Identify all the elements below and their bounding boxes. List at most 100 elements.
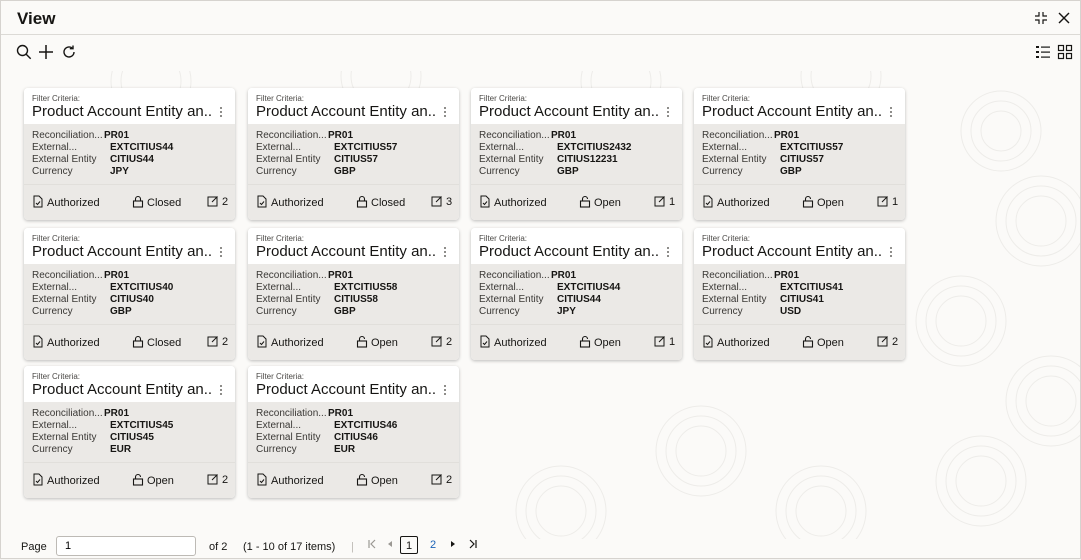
- card-footer: Authorized Open 2: [248, 324, 459, 360]
- previous-page-icon[interactable]: [383, 538, 397, 554]
- external-entity-label: External Entity: [702, 294, 767, 305]
- modification-count-text: 2: [446, 336, 453, 348]
- modification-count[interactable]: 2: [207, 473, 228, 487]
- edit-icon: [431, 196, 446, 208]
- tile-view-icon[interactable]: [1056, 43, 1076, 63]
- modification-count[interactable]: 2: [431, 473, 452, 487]
- kebab-menu-icon[interactable]: [664, 245, 672, 259]
- modification-count[interactable]: 1: [877, 195, 898, 209]
- kebab-menu-icon[interactable]: [887, 105, 895, 119]
- external-entity-value: CITIUS44: [110, 154, 154, 165]
- record-card[interactable]: Filter Criteria: Product Account Entity a…: [24, 366, 235, 498]
- record-card[interactable]: Filter Criteria: Product Account Entity a…: [248, 88, 459, 220]
- authorization-status: Authorized: [479, 335, 547, 349]
- modification-count[interactable]: 1: [654, 335, 675, 349]
- external-value: EXTCITIUS58: [334, 282, 398, 293]
- external-value: EXTCITIUS41: [780, 282, 844, 293]
- currency-value: EUR: [110, 444, 132, 455]
- record-card[interactable]: Filter Criteria: Product Account Entity a…: [248, 366, 459, 498]
- record-card[interactable]: Filter Criteria: Product Account Entity a…: [248, 228, 459, 360]
- record-card[interactable]: Filter Criteria: Product Account Entity a…: [24, 228, 235, 360]
- page-button-1[interactable]: 1: [400, 536, 418, 554]
- reconciliation-value: PR01: [774, 270, 800, 281]
- modification-count[interactable]: 2: [431, 335, 452, 349]
- record-card[interactable]: Filter Criteria: Product Account Entity a…: [471, 88, 682, 220]
- card-footer: Authorized Open 1: [694, 184, 905, 220]
- record-card[interactable]: Filter Criteria: Product Account Entity a…: [694, 228, 905, 360]
- add-icon[interactable]: [37, 43, 57, 63]
- card-details: Reconciliation... PR01 External... EXTCITIU…: [471, 124, 682, 184]
- card-details: Reconciliation... PR01 External... EXTCITIU…: [471, 264, 682, 324]
- authorized-icon: [32, 473, 47, 487]
- record-status: Open: [356, 335, 398, 349]
- modification-count[interactable]: 2: [207, 195, 228, 209]
- modification-count-text: 3: [446, 196, 453, 208]
- card-details: Reconciliation... PR01 External... EXTCITIU…: [24, 402, 235, 462]
- kebab-menu-icon[interactable]: [664, 105, 672, 119]
- refresh-icon[interactable]: [60, 43, 80, 63]
- authorization-status-text: Authorized: [494, 197, 547, 209]
- external-label: External...: [479, 142, 525, 153]
- authorization-status: Authorized: [702, 195, 770, 209]
- kebab-menu-icon[interactable]: [217, 383, 225, 397]
- currency-value: JPY: [557, 306, 576, 317]
- kebab-menu-icon[interactable]: [441, 245, 449, 259]
- modification-count[interactable]: 2: [877, 335, 898, 349]
- kebab-menu-icon[interactable]: [887, 245, 895, 259]
- card-title: Product Account Entity an...: [479, 103, 659, 120]
- currency-value: GBP: [334, 166, 356, 177]
- currency-value: GBP: [110, 306, 132, 317]
- edit-icon: [654, 336, 669, 348]
- card-title: Product Account Entity an...: [256, 103, 436, 120]
- card-header: Filter Criteria: Product Account Entity a…: [471, 228, 682, 264]
- search-icon[interactable]: [15, 43, 35, 63]
- lock-open-icon: [132, 473, 147, 487]
- kebab-menu-icon[interactable]: [441, 105, 449, 119]
- currency-label: Currency: [32, 444, 73, 455]
- minimize-icon[interactable]: [1032, 9, 1050, 27]
- external-value: EXTCITIUS46: [334, 420, 398, 431]
- record-card[interactable]: Filter Criteria: Product Account Entity a…: [694, 88, 905, 220]
- external-label: External...: [32, 282, 78, 293]
- kebab-menu-icon[interactable]: [217, 245, 225, 259]
- modification-count-text: 2: [222, 336, 229, 348]
- lock-closed-icon: [356, 195, 371, 209]
- external-entity-label: External Entity: [256, 154, 321, 165]
- edit-icon: [877, 196, 892, 208]
- list-view-icon[interactable]: [1034, 43, 1054, 63]
- currency-value: USD: [780, 306, 802, 317]
- record-status: Open: [579, 195, 621, 209]
- first-page-icon[interactable]: [365, 538, 379, 554]
- record-status-text: Open: [817, 197, 844, 209]
- reconciliation-label: Reconciliation...: [256, 270, 327, 281]
- card-details: Reconciliation... PR01 External... EXTCITIU…: [24, 264, 235, 324]
- last-page-icon[interactable]: [466, 538, 480, 554]
- authorization-status: Authorized: [256, 195, 324, 209]
- page-number-input[interactable]: [56, 536, 196, 556]
- kebab-menu-icon[interactable]: [441, 383, 449, 397]
- external-entity-label: External Entity: [32, 294, 97, 305]
- currency-value: EUR: [334, 444, 356, 455]
- authorization-status-text: Authorized: [47, 197, 100, 209]
- modification-count[interactable]: 2: [207, 335, 228, 349]
- next-page-icon[interactable]: [446, 538, 460, 554]
- record-status: Open: [802, 335, 844, 349]
- kebab-menu-icon[interactable]: [217, 105, 225, 119]
- card-header: Filter Criteria: Product Account Entity a…: [248, 88, 459, 124]
- reconciliation-label: Reconciliation...: [702, 270, 773, 281]
- authorized-icon: [256, 473, 271, 487]
- record-status-text: Open: [817, 337, 844, 349]
- page-button-2[interactable]: 2: [424, 536, 442, 554]
- authorization-status: Authorized: [702, 335, 770, 349]
- record-card[interactable]: Filter Criteria: Product Account Entity a…: [24, 88, 235, 220]
- modification-count[interactable]: 1: [654, 195, 675, 209]
- record-card[interactable]: Filter Criteria: Product Account Entity a…: [471, 228, 682, 360]
- filter-criteria-label: Filter Criteria:: [256, 372, 305, 381]
- modification-count[interactable]: 3: [431, 195, 452, 209]
- reconciliation-label: Reconciliation...: [32, 408, 103, 419]
- card-title: Product Account Entity an...: [702, 103, 882, 120]
- external-entity-value: CITIUS41: [780, 294, 824, 305]
- close-icon[interactable]: [1055, 9, 1073, 27]
- title-bar: View: [1, 1, 1080, 35]
- external-value: EXTCITIUS2432: [557, 142, 632, 153]
